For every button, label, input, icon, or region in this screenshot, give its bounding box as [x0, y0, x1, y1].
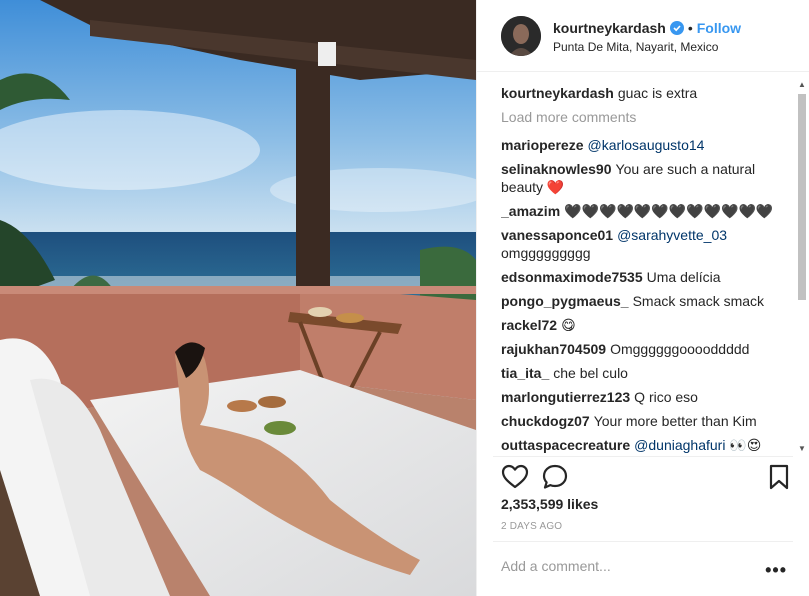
- post-location[interactable]: Punta De Mita, Nayarit, Mexico: [553, 40, 741, 54]
- comment-text: Smack smack smack: [632, 293, 765, 309]
- caption-text: guac is extra: [617, 85, 698, 101]
- comment-username[interactable]: selinaknowles90: [501, 161, 612, 177]
- comment-item: chuckdogz07 Your more better than Kim: [501, 412, 793, 430]
- post-actions: [493, 456, 793, 496]
- comment-item: rackel72 😋: [501, 316, 793, 334]
- comment-username[interactable]: tia_ita_: [501, 365, 549, 381]
- like-count[interactable]: 2,353,599 likes: [501, 496, 598, 512]
- comment-text: Uma delícia: [646, 269, 721, 285]
- comment-text: Omggggggooooddddd: [610, 341, 750, 357]
- comment-item: pongo_pygmaeus_ Smack smack smack: [501, 292, 793, 310]
- comment-username[interactable]: _amazim: [501, 203, 560, 219]
- comment-text: 😋: [561, 317, 576, 333]
- post-header: kourtneykardash • Follow Punta De Mita, …: [477, 0, 809, 72]
- post-image: [0, 0, 476, 596]
- comments-scrollbar[interactable]: ▲ ▼: [797, 80, 807, 454]
- comment-username[interactable]: rajukhan704509: [501, 341, 606, 357]
- add-comment-section: •••: [493, 541, 793, 596]
- comments-list[interactable]: kourtneykardash guac is extra Load more c…: [501, 84, 793, 454]
- comment-username[interactable]: outtaspacecreature: [501, 437, 630, 453]
- comment-item: mariopereze @karlosaugusto14: [501, 136, 793, 154]
- heart-icon[interactable]: [501, 463, 529, 491]
- comment-text: omggggggggg: [501, 245, 591, 261]
- verified-badge-icon: [669, 21, 684, 35]
- comment-text: Your more better than Kim: [593, 413, 757, 429]
- scrollbar-thumb[interactable]: [798, 94, 806, 300]
- follow-button[interactable]: Follow: [697, 20, 741, 36]
- comment-username[interactable]: rackel72: [501, 317, 557, 333]
- comment-mention[interactable]: @karlosaugusto14: [587, 137, 704, 153]
- post-details-panel: kourtneykardash • Follow Punta De Mita, …: [476, 0, 809, 596]
- comment-username[interactable]: pongo_pygmaeus_: [501, 293, 629, 309]
- post-photo[interactable]: [0, 0, 476, 596]
- comment-item: _amazim 🖤🖤🖤🖤🖤🖤🖤🖤🖤🖤🖤🖤: [501, 202, 793, 220]
- separator-dot: •: [687, 20, 693, 36]
- comment-username[interactable]: edsonmaximode7535: [501, 269, 643, 285]
- comment-item: vanessaponce01 @sarahyvette_03 omgggggggg…: [501, 226, 793, 262]
- comment-mention[interactable]: @sarahyvette_03: [617, 227, 727, 243]
- scroll-down-arrow-icon[interactable]: ▼: [797, 444, 807, 454]
- comment-text: che bel culo: [553, 365, 628, 381]
- comment-text: 👀😍: [729, 437, 762, 453]
- post-timestamp[interactable]: 2 DAYS AGO: [501, 521, 562, 532]
- comment-item: rajukhan704509 Omggggggooooddddd: [501, 340, 793, 358]
- caption-username[interactable]: kourtneykardash: [501, 85, 614, 101]
- avatar[interactable]: [501, 16, 541, 56]
- post-author-username[interactable]: kourtneykardash: [553, 20, 666, 36]
- caption: kourtneykardash guac is extra: [501, 84, 793, 102]
- comment-item: marlongutierrez123 Q rico eso: [501, 388, 793, 406]
- comment-item: outtaspacecreature @duniaghafuri 👀😍: [501, 436, 793, 454]
- comment-text: 🖤🖤🖤🖤🖤🖤🖤🖤🖤🖤🖤🖤: [564, 203, 774, 219]
- comment-mention[interactable]: @duniaghafuri: [634, 437, 725, 453]
- more-options-button[interactable]: •••: [765, 560, 787, 581]
- comment-username[interactable]: marlongutierrez123: [501, 389, 630, 405]
- comment-item: selinaknowles90 You are such a natural be…: [501, 160, 793, 196]
- add-comment-input[interactable]: [501, 558, 741, 574]
- scroll-up-arrow-icon[interactable]: ▲: [797, 80, 807, 90]
- comment-username[interactable]: vanessaponce01: [501, 227, 613, 243]
- comment-username[interactable]: chuckdogz07: [501, 413, 590, 429]
- comment-item: edsonmaximode7535 Uma delícia: [501, 268, 793, 286]
- comment-text: Q rico eso: [634, 389, 698, 405]
- load-more-comments-button[interactable]: Load more comments: [501, 108, 793, 126]
- comment-item: tia_ita_ che bel culo: [501, 364, 793, 382]
- comment-username[interactable]: mariopereze: [501, 137, 583, 153]
- comment-icon[interactable]: [541, 463, 569, 491]
- avatar-image: [501, 16, 541, 56]
- bookmark-icon[interactable]: [765, 463, 793, 491]
